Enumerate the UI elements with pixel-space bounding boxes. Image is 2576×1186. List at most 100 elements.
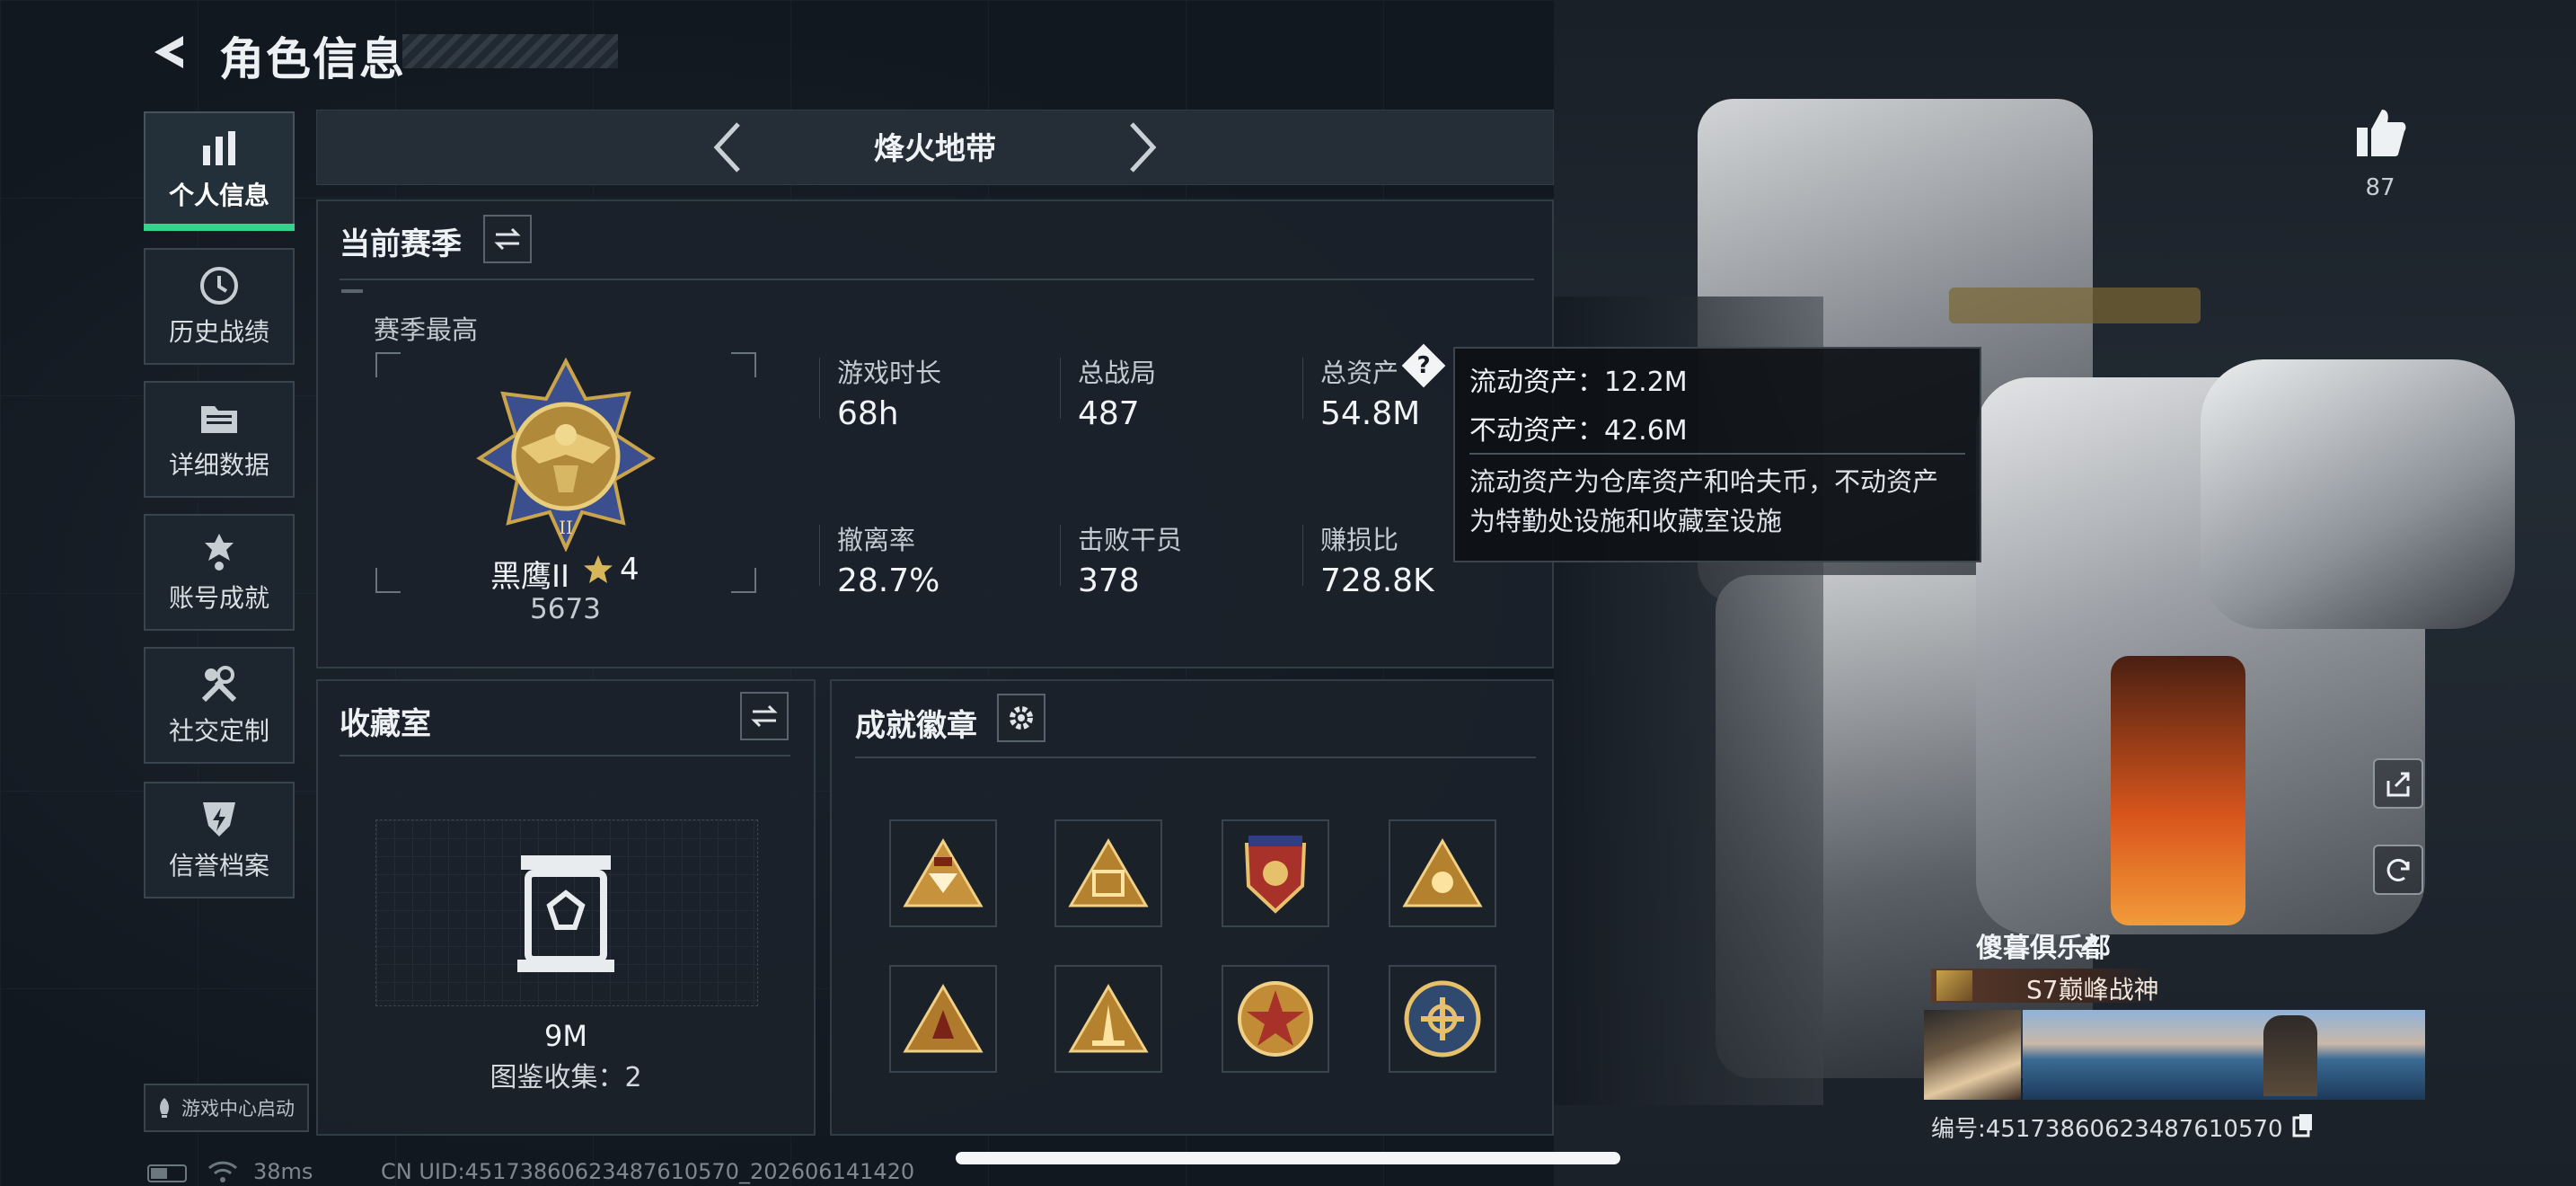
- gear-icon: [1010, 706, 1033, 730]
- divider: [1469, 453, 1965, 455]
- sidebar-item-personal-info[interactable]: 个人信息: [144, 111, 295, 228]
- sidebar-item-social[interactable]: 社交定制: [144, 647, 295, 764]
- sidebar-item-history[interactable]: 历史战绩: [144, 248, 295, 365]
- season-title: 当前赛季: [340, 226, 462, 262]
- refresh-icon: [2386, 858, 2410, 881]
- sidebar-item-label: 社交定制: [168, 716, 269, 746]
- bar-chart-icon: [198, 128, 241, 171]
- collection-count: 图鉴收集：2: [490, 1062, 642, 1093]
- achievement-badge[interactable]: [1389, 965, 1496, 1073]
- ping-text: 38ms: [253, 1159, 313, 1184]
- rank-emblem-icon: II: [476, 358, 656, 552]
- title-tag: S7巅峰战神: [2026, 975, 2159, 1005]
- rank-score: 5673: [530, 593, 601, 625]
- achievement-settings-button[interactable]: [997, 694, 1045, 742]
- rocket-icon: [160, 1098, 169, 1118]
- swap-icon: [494, 227, 521, 251]
- banner-figure: [2263, 1015, 2317, 1096]
- battery-icon: [147, 1164, 187, 1182]
- player-id: 编号:4517386062348761057​0: [1931, 1116, 2283, 1143]
- season-best-label: 赛季最高: [374, 314, 479, 345]
- tooltip-fixed-assets: 不动资产：42.6M: [1469, 415, 1688, 447]
- stat-label: 总战局: [1078, 358, 1157, 388]
- sidebar-item-label: 个人信息: [168, 181, 269, 210]
- stat-separator: [819, 358, 820, 419]
- divider: [855, 757, 1536, 758]
- rotate-button[interactable]: [2373, 845, 2423, 895]
- achievement-badge[interactable]: [889, 819, 997, 927]
- display-case-icon: [517, 855, 614, 972]
- stat-value: 728.8K: [1320, 562, 1434, 599]
- achievement-badge[interactable]: [1054, 819, 1162, 927]
- wifi-icon: [207, 1161, 238, 1182]
- divider: [340, 755, 790, 757]
- achievement-badge[interactable]: [1222, 965, 1329, 1073]
- stat-separator: [1060, 525, 1061, 586]
- stat-label: 总资产: [1320, 358, 1399, 388]
- stat-value: 378: [1078, 562, 1140, 599]
- character-art: [1554, 0, 2576, 1186]
- stat-separator: [1060, 358, 1061, 419]
- collection-switch-button[interactable]: [740, 692, 789, 740]
- stat-label: 击败干员: [1078, 525, 1183, 555]
- mode-title: 烽火地带: [874, 131, 996, 167]
- svg-text:II: II: [559, 517, 573, 538]
- thumbs-up-icon[interactable]: [2353, 104, 2407, 160]
- rank-stars: 4: [620, 552, 640, 588]
- medal-icon: [198, 530, 241, 573]
- divider-accent: [341, 289, 363, 293]
- game-center-launch-button[interactable]: 游戏中心启动: [144, 1084, 309, 1132]
- tooltip-liquid-assets: 流动资产：12.2M: [1469, 367, 1688, 398]
- achievement-badge[interactable]: [1054, 965, 1162, 1073]
- season-switch-button[interactable]: [483, 215, 532, 263]
- tooltip-description-line2: 为特勤处设施和收藏室设施: [1469, 506, 1783, 536]
- collection-title: 收藏室: [340, 706, 431, 742]
- active-indicator: [144, 224, 295, 231]
- help-icon-glyph: ?: [1416, 352, 1431, 379]
- achievement-badge[interactable]: [889, 965, 997, 1073]
- likes-count: 87: [2365, 174, 2395, 201]
- avatar[interactable]: [1924, 1010, 2021, 1100]
- uid-text: CN UID:4517386062348761057​0_20260614142…: [381, 1159, 915, 1184]
- tooltip-description-line1: 流动资产为仓库资产和哈夫币，不动资产: [1469, 466, 1939, 497]
- name-card-banner[interactable]: [2023, 1010, 2425, 1100]
- back-icon[interactable]: [144, 27, 194, 77]
- title-decoration: [402, 34, 618, 68]
- sidebar-item-reputation[interactable]: 信誉档案: [144, 782, 295, 898]
- stat-value: 28.7%: [837, 562, 940, 599]
- clock-icon: [198, 264, 241, 307]
- launch-label: 游戏中心启动: [181, 1098, 295, 1120]
- edit-icon[interactable]: [2077, 927, 2104, 954]
- title-tag-icon: [1936, 970, 1972, 1001]
- folder-icon: [198, 397, 241, 440]
- sidebar-item-label: 账号成就: [168, 583, 269, 613]
- stat-separator: [1302, 525, 1303, 586]
- stat-value: 54.8M: [1320, 395, 1421, 432]
- stat-value: 68h: [837, 395, 899, 432]
- star-icon: [584, 555, 613, 583]
- home-indicator[interactable]: [956, 1152, 1620, 1164]
- stat-label: 赚损比: [1320, 525, 1399, 555]
- sidebar-item-achievements[interactable]: 账号成就: [144, 514, 295, 631]
- page-title: 角色信息: [219, 33, 406, 85]
- copy-icon[interactable]: [2292, 1112, 2314, 1137]
- stat-separator: [1302, 358, 1303, 419]
- share-button[interactable]: [2373, 758, 2423, 809]
- achievement-badge[interactable]: [1389, 819, 1496, 927]
- chevron-right-icon[interactable]: [1125, 119, 1160, 176]
- rank-name: 黑鹰II: [490, 559, 570, 595]
- shield-bolt-icon: [198, 798, 241, 841]
- achievement-badge[interactable]: [1222, 819, 1329, 927]
- share-icon: [2386, 772, 2410, 797]
- sidebar-item-label: 信誉档案: [168, 851, 269, 881]
- sidebar-item-details[interactable]: 详细数据: [144, 381, 295, 498]
- stat-label: 游戏时长: [837, 358, 942, 388]
- sidebar-item-label: 详细数据: [168, 450, 269, 480]
- stat-value: 487: [1078, 395, 1140, 432]
- achievement-title: 成就徽章: [855, 708, 977, 744]
- stat-label: 撤离率: [837, 525, 916, 555]
- divider: [340, 279, 1534, 280]
- sidebar-item-label: 历史战绩: [168, 317, 269, 347]
- collection-value: 9M: [544, 1019, 587, 1053]
- swap-icon: [751, 704, 778, 728]
